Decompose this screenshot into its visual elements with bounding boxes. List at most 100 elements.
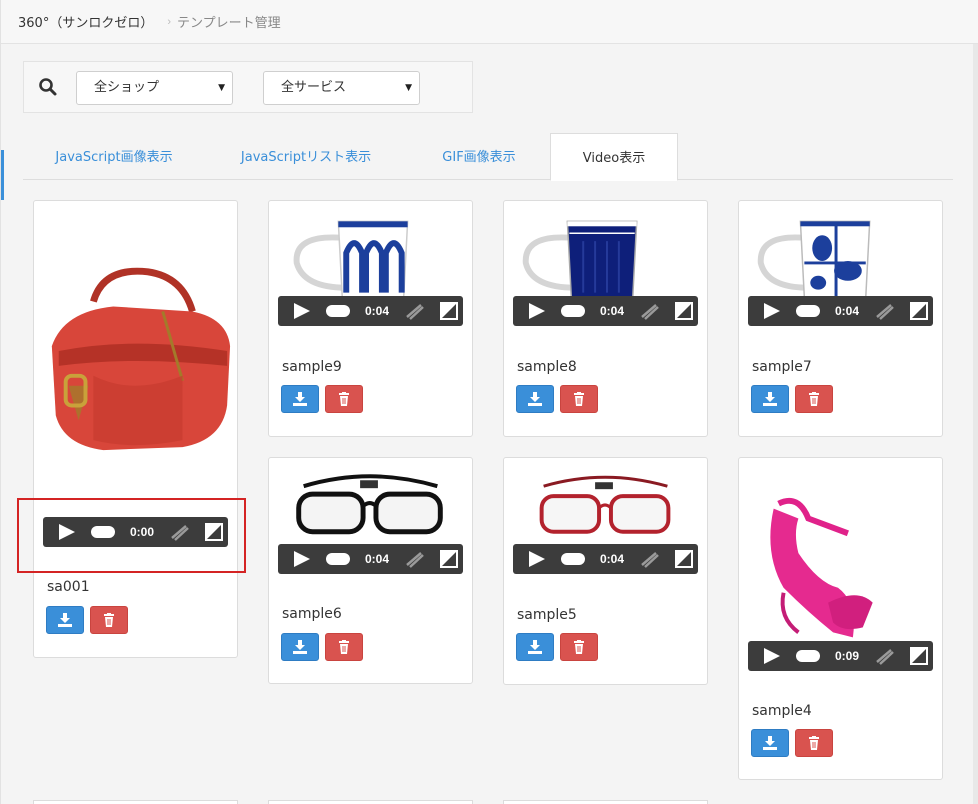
video-time: 0:04 — [835, 304, 860, 318]
mute-icon[interactable] — [405, 301, 425, 321]
video-card-partial — [268, 800, 473, 804]
mute-icon[interactable] — [640, 301, 660, 321]
mute-icon[interactable] — [875, 301, 895, 321]
product-image-handbag — [51, 267, 231, 451]
delete-button[interactable] — [90, 606, 128, 634]
video-card: 0:04 sample8 — [503, 200, 708, 437]
seek-slider[interactable] — [561, 305, 585, 317]
service-select[interactable]: 全サービス ▼ — [263, 71, 420, 105]
fullscreen-icon[interactable] — [910, 647, 928, 665]
video-card-partial — [33, 800, 238, 804]
seek-slider[interactable] — [561, 553, 585, 565]
trash-icon — [104, 613, 114, 627]
scrollbar[interactable] — [973, 0, 978, 804]
download-button[interactable] — [751, 729, 789, 757]
video-player: 0:04 — [748, 296, 933, 326]
download-icon — [763, 392, 777, 406]
chevron-down-icon: ▼ — [218, 83, 225, 93]
download-button[interactable] — [516, 633, 554, 661]
play-icon[interactable] — [529, 303, 545, 319]
video-name: sample8 — [517, 359, 577, 375]
trash-icon — [574, 392, 584, 406]
video-player: 0:04 — [278, 544, 463, 574]
video-player: 0:04 — [513, 544, 698, 574]
delete-button[interactable] — [560, 633, 598, 661]
mute-icon[interactable] — [640, 549, 660, 569]
download-button[interactable] — [281, 633, 319, 661]
download-icon — [528, 392, 542, 406]
trash-icon — [339, 640, 349, 654]
video-card: 0:00 sa001 — [33, 200, 238, 658]
video-time: 0:09 — [835, 649, 860, 663]
play-icon[interactable] — [764, 648, 780, 664]
fullscreen-icon[interactable] — [440, 550, 458, 568]
video-time: 0:04 — [600, 304, 625, 318]
trash-icon — [339, 392, 349, 406]
seek-slider[interactable] — [796, 305, 820, 317]
download-icon — [58, 613, 72, 627]
video-name: sample7 — [752, 359, 812, 375]
fullscreen-icon[interactable] — [675, 302, 693, 320]
video-card: 0:09 sample4 — [738, 457, 943, 780]
shop-select[interactable]: 全ショップ ▼ — [76, 71, 233, 105]
delete-button[interactable] — [795, 385, 833, 413]
download-icon — [293, 392, 307, 406]
download-button[interactable] — [751, 385, 789, 413]
play-icon[interactable] — [529, 551, 545, 567]
delete-button[interactable] — [325, 385, 363, 413]
tab-gif-image[interactable]: GIF画像表示 — [415, 133, 543, 180]
product-image-glasses — [296, 474, 443, 535]
product-image-mug — [293, 220, 409, 298]
mute-icon[interactable] — [405, 549, 425, 569]
download-button[interactable] — [46, 606, 84, 634]
breadcrumb-separator: › — [167, 15, 171, 28]
download-button[interactable] — [281, 385, 319, 413]
breadcrumb: 360°（サンロクゼロ） › テンプレート管理 — [1, 0, 978, 44]
download-icon — [293, 640, 307, 654]
video-time: 0:04 — [600, 552, 625, 566]
fullscreen-icon[interactable] — [910, 302, 928, 320]
video-name: sample9 — [282, 359, 342, 375]
video-card: 0:04 sample7 — [738, 200, 943, 437]
shop-select-value: 全ショップ — [94, 80, 160, 95]
page: 360°（サンロクゼロ） › テンプレート管理 全ショップ ▼ 全サービス ▼ … — [0, 0, 978, 804]
seek-slider[interactable] — [326, 553, 350, 565]
trash-icon — [574, 640, 584, 654]
delete-button[interactable] — [795, 729, 833, 757]
play-icon[interactable] — [764, 303, 780, 319]
mute-icon[interactable] — [875, 646, 895, 666]
video-card: 0:04 sample5 — [503, 457, 708, 685]
view-tabs: JavaScript画像表示 JavaScriptリスト表示 GIF画像表示 V… — [23, 133, 953, 181]
tab-video[interactable]: Video表示 — [550, 133, 678, 181]
video-player: 0:04 — [278, 296, 463, 326]
download-icon — [528, 640, 542, 654]
breadcrumb-home[interactable]: 360°（サンロクゼロ） — [18, 12, 153, 31]
delete-button[interactable] — [325, 633, 363, 661]
filter-panel: 全ショップ ▼ 全サービス ▼ — [23, 61, 473, 113]
video-time: 0:04 — [365, 304, 390, 318]
seek-slider[interactable] — [796, 650, 820, 662]
play-icon[interactable] — [294, 303, 310, 319]
tab-javascript-image[interactable]: JavaScript画像表示 — [23, 133, 205, 180]
play-icon[interactable] — [294, 551, 310, 567]
video-name: sample6 — [282, 606, 342, 622]
download-icon — [763, 736, 777, 750]
video-player: 0:09 — [748, 641, 933, 671]
fullscreen-icon[interactable] — [675, 550, 693, 568]
video-time: 0:04 — [365, 552, 390, 566]
video-name: sample4 — [752, 703, 812, 719]
delete-button[interactable] — [560, 385, 598, 413]
video-card: 0:04 sample9 — [268, 200, 473, 437]
video-card: 0:04 sample6 — [268, 457, 473, 684]
service-select-value: 全サービス — [281, 80, 347, 95]
video-name: sample5 — [517, 607, 577, 623]
seek-slider[interactable] — [326, 305, 350, 317]
fullscreen-icon[interactable] — [440, 302, 458, 320]
search-icon[interactable] — [38, 77, 58, 97]
video-name: sa001 — [47, 579, 90, 595]
download-button[interactable] — [516, 385, 554, 413]
product-image-glasses — [539, 475, 671, 534]
trash-icon — [809, 392, 819, 406]
tab-javascript-list[interactable]: JavaScriptリスト表示 — [215, 133, 397, 180]
breadcrumb-current: テンプレート管理 — [177, 16, 281, 31]
